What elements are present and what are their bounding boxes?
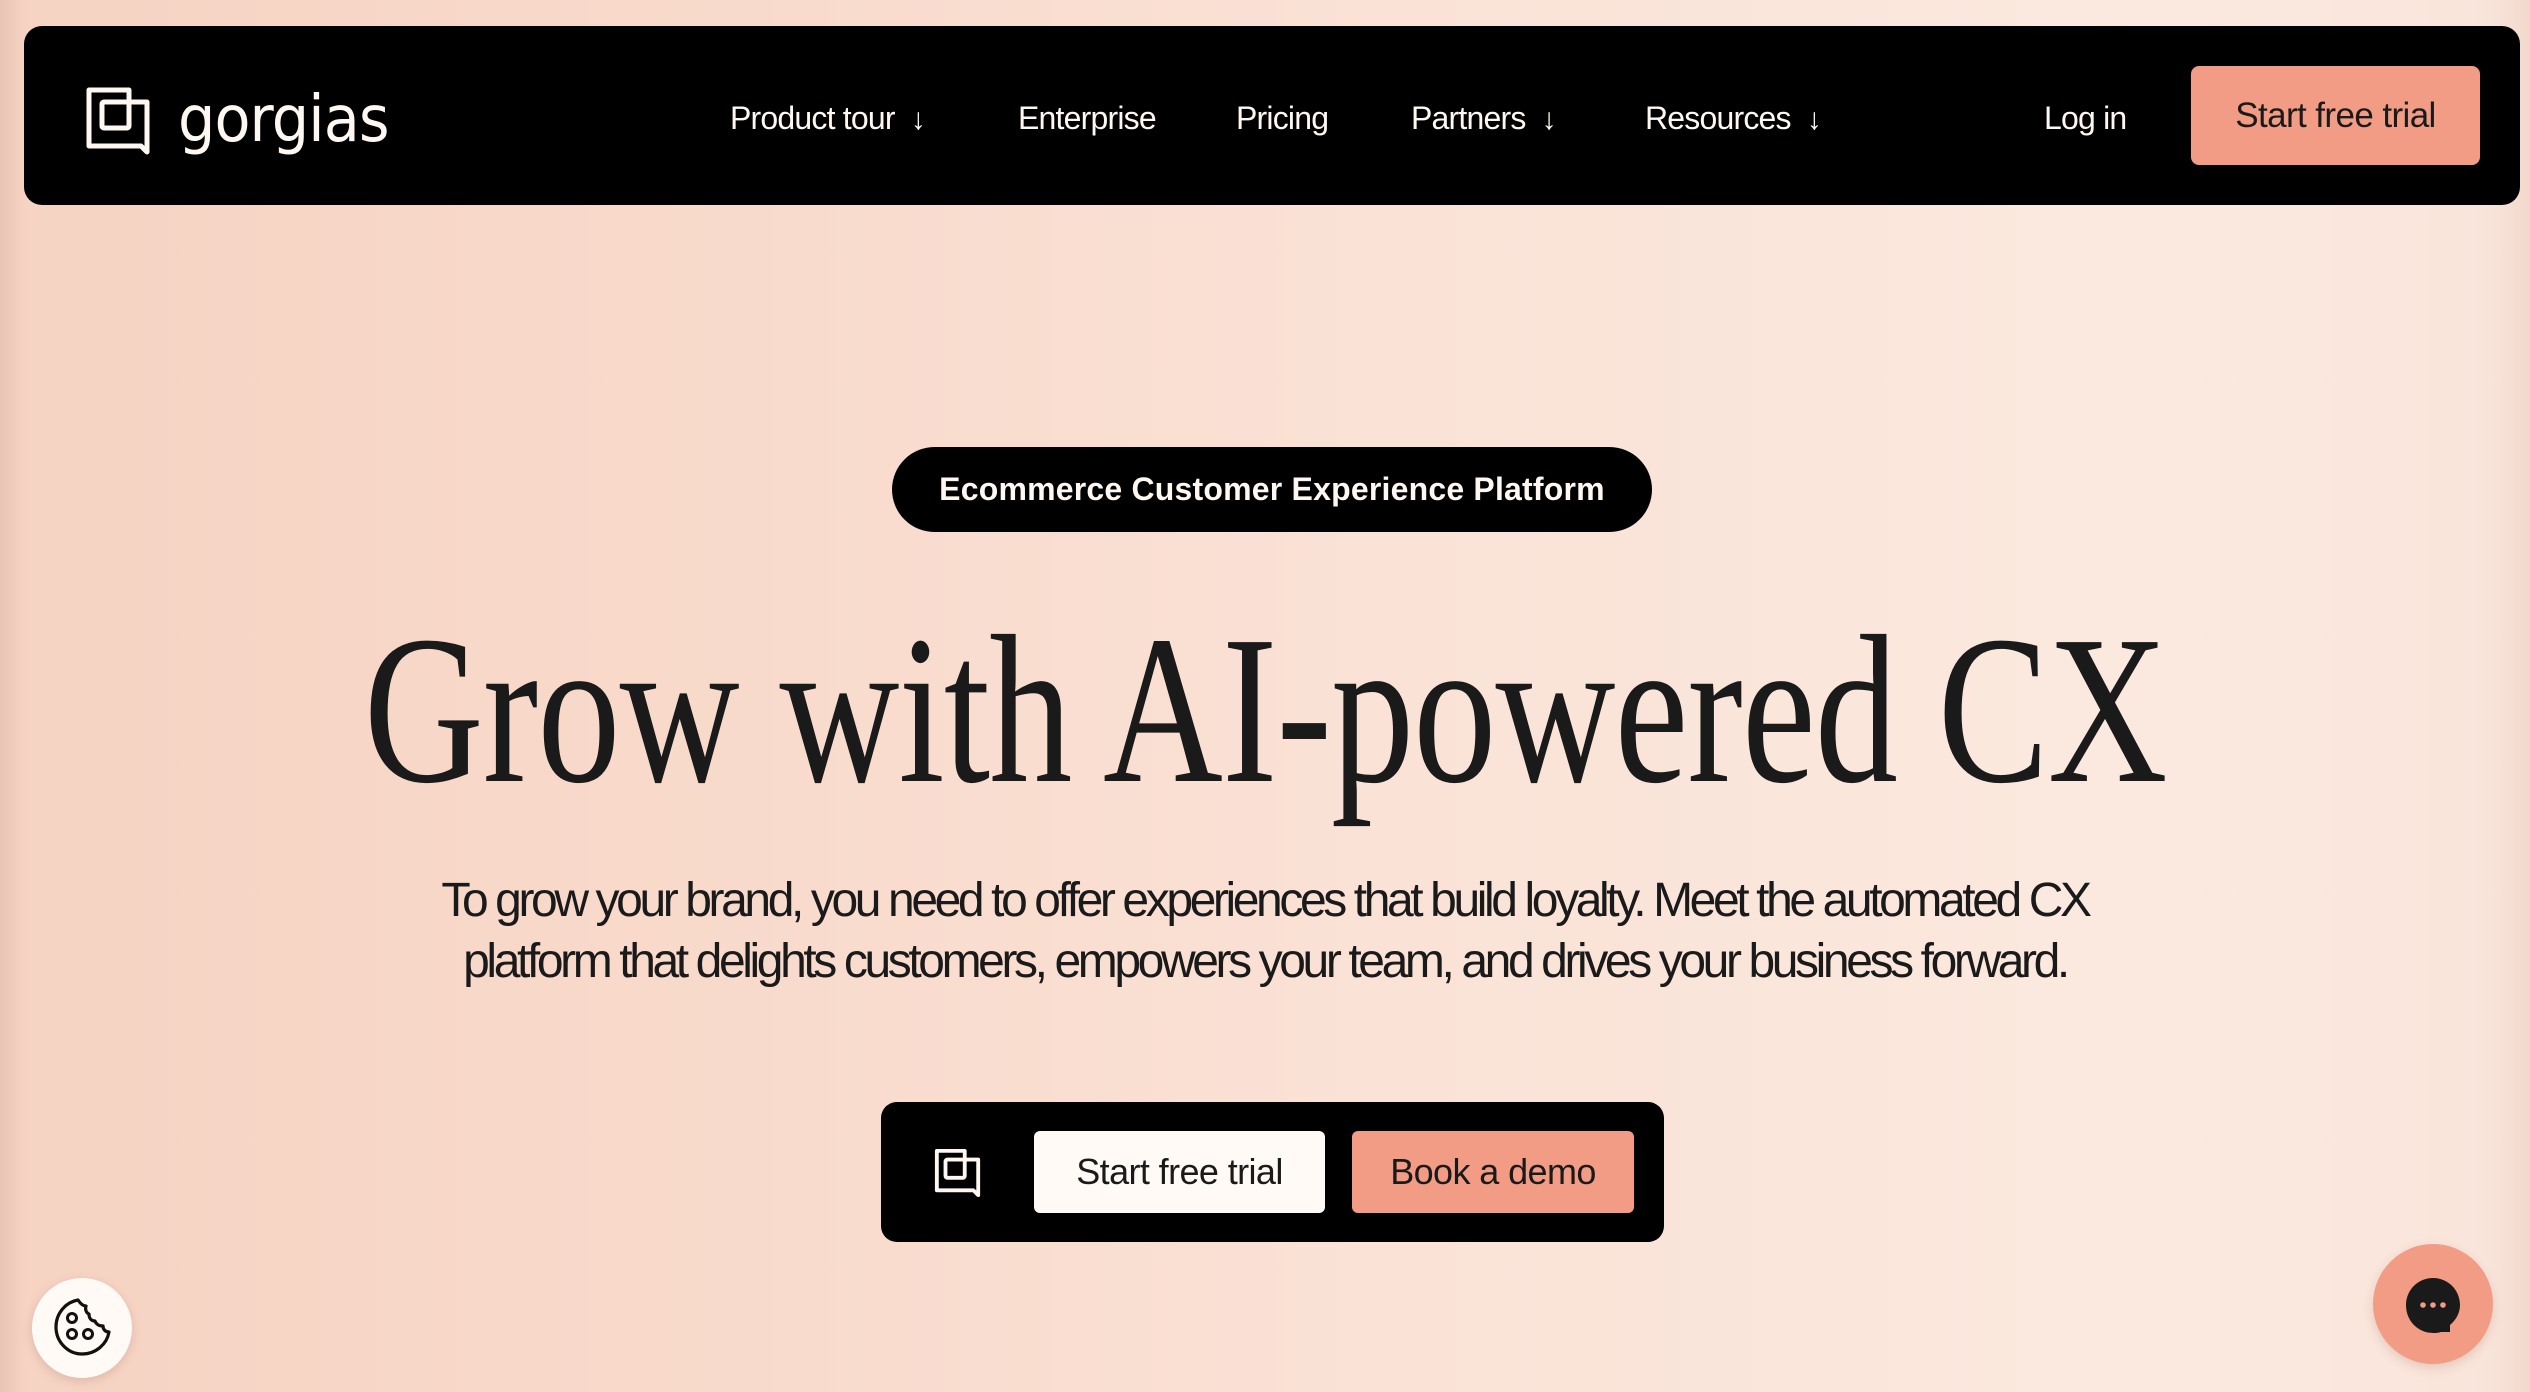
hero-subtitle: To grow your brand, you need to offer ex… [0, 870, 2530, 992]
gorgias-logo-icon [934, 1148, 981, 1198]
chat-launcher-button[interactable] [2373, 1244, 2493, 1364]
cookie-settings-button[interactable] [32, 1278, 132, 1378]
hero-headline: Grow with AI-powered CX [363, 592, 2167, 827]
nav-item-partners[interactable]: Partners ↓ [1411, 96, 1557, 140]
cookie-icon [54, 1298, 111, 1356]
hero-headline-container: Grow with AI-powered CX [0, 590, 2530, 830]
category-badge: Ecommerce Customer Experience Platform [892, 447, 1652, 532]
login-link[interactable]: Log in [2044, 96, 2127, 140]
nav-item-label: Enterprise [1018, 100, 1157, 136]
arrow-down-icon: ↓ [1541, 103, 1557, 136]
nav-item-label: Product tour [730, 100, 896, 136]
arrow-down-icon: ↓ [1806, 103, 1822, 136]
nav-item-enterprise[interactable]: Enterprise [1018, 96, 1157, 140]
gorgias-logo-icon [86, 87, 150, 155]
nav-item-resources[interactable]: Resources ↓ [1645, 96, 1822, 140]
nav-item-label: Resources [1645, 100, 1792, 136]
start-free-trial-button[interactable]: Start free trial [1034, 1131, 1325, 1213]
nav-item-label: Partners [1411, 100, 1526, 136]
brand-logo[interactable]: gorgias [85, 84, 390, 160]
hero-subtitle-line: platform that delights customers, empowe… [463, 935, 2070, 988]
arrow-down-icon: ↓ [910, 103, 926, 136]
brand-wordmark: gorgias [178, 83, 390, 157]
nav-item-label: Pricing [1236, 100, 1329, 136]
hero-subtitle-line: To grow your brand, you need to offer ex… [441, 874, 2092, 927]
start-free-trial-nav-button[interactable]: Start free trial [2191, 66, 2480, 165]
top-nav-bar: gorgias Product tour ↓ Enterprise Pricing… [24, 26, 2520, 205]
nav-item-product-tour[interactable]: Product tour ↓ [730, 96, 926, 140]
book-demo-button[interactable]: Book a demo [1352, 1131, 1634, 1213]
hero-cta-group: Start free trial Book a demo [881, 1102, 1664, 1242]
chat-bubble-icon [2406, 1278, 2460, 1333]
nav-item-pricing[interactable]: Pricing [1236, 96, 1329, 140]
